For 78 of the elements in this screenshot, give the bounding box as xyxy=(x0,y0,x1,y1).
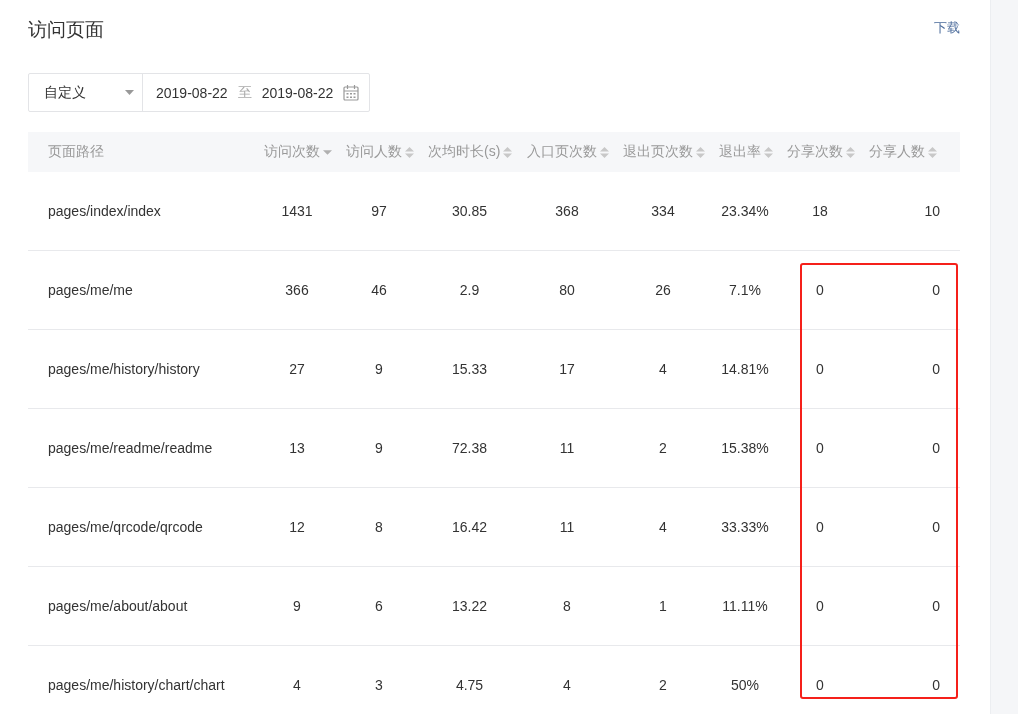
table-cell: 2.9 xyxy=(459,282,480,298)
table-cell: 10 xyxy=(924,203,940,219)
table-cell: 46 xyxy=(371,282,387,298)
table-cell: 30.85 xyxy=(451,203,487,219)
table-cell: 27 xyxy=(289,361,305,377)
table-cell: 334 xyxy=(651,203,675,219)
table-cell: 0 xyxy=(816,677,824,693)
table-cell: 4 xyxy=(563,677,571,693)
column-header[interactable]: 访问人数 xyxy=(346,143,414,161)
table-cell: 1 xyxy=(659,598,667,614)
column-header[interactable]: 分享次数 xyxy=(787,143,855,161)
table-cell: 1431 xyxy=(281,203,313,219)
table-cell: 0 xyxy=(932,677,940,693)
table-cell: 12 xyxy=(289,519,305,535)
table-cell: 4.75 xyxy=(455,677,484,693)
table-cell: 0 xyxy=(932,598,940,614)
table-cell: 11.11% xyxy=(722,598,768,614)
table-cell: 3 xyxy=(375,677,383,693)
table-cell: pages/me/history/chart/chart xyxy=(48,677,225,693)
range-select[interactable]: 自定义 xyxy=(29,74,143,111)
page-title: 访问页面 xyxy=(28,18,104,42)
table-cell: 11 xyxy=(559,519,575,535)
table-cell: 4 xyxy=(659,519,667,535)
table-cell: 9 xyxy=(293,598,301,614)
table-cell: 26 xyxy=(655,282,671,298)
column-header[interactable]: 访问次数 xyxy=(264,143,332,161)
table-cell: 23.34% xyxy=(721,203,769,219)
table-cell: 368 xyxy=(555,203,579,219)
table-cell: 80 xyxy=(559,282,575,298)
table-cell: 6 xyxy=(375,598,383,614)
table-cell: 7.1% xyxy=(729,282,761,298)
download-link[interactable]: 下载 xyxy=(934,19,960,37)
table-cell: 9 xyxy=(375,361,383,377)
table-cell: pages/me/about/about xyxy=(48,598,188,614)
table-cell: 97 xyxy=(371,203,387,219)
column-header[interactable]: 入口页次数 xyxy=(527,143,609,161)
table-cell: 2 xyxy=(659,677,667,693)
table-cell: 0 xyxy=(816,282,824,298)
table-cell: 4 xyxy=(659,361,667,377)
table-cell: 366 xyxy=(285,282,309,298)
caret-icon xyxy=(125,90,134,95)
column-header[interactable]: 退出率 xyxy=(719,143,773,161)
table-cell: 17 xyxy=(559,361,575,377)
table-cell: 0 xyxy=(932,361,940,377)
table-cell: 14.81% xyxy=(721,361,769,377)
column-header[interactable]: 分享人数 xyxy=(869,143,937,161)
table-cell: pages/me/readme/readme xyxy=(48,440,213,456)
table-cell: 0 xyxy=(932,282,940,298)
table-cell: 0 xyxy=(932,519,940,535)
table-cell: pages/me/qrcode/qrcode xyxy=(48,519,203,535)
table-cell: 8 xyxy=(375,519,383,535)
table-cell: 15.38% xyxy=(721,440,769,456)
calendar-icon xyxy=(343,84,360,101)
table-cell: 13.22 xyxy=(451,598,487,614)
table-cell: pages/me/me xyxy=(48,282,133,298)
table-cell: 0 xyxy=(816,598,824,614)
table-cell: 2 xyxy=(659,440,667,456)
table-cell: 0 xyxy=(816,440,824,456)
column-header[interactable]: 次均时长(s) xyxy=(428,143,513,161)
table-cell: pages/me/history/history xyxy=(48,361,200,377)
table-cell: 0 xyxy=(816,519,824,535)
table-cell: 9 xyxy=(375,440,383,456)
table-cell: 18 xyxy=(812,203,828,219)
table-cell: 4 xyxy=(293,677,301,693)
table-cell: 15.33 xyxy=(451,361,487,377)
table-cell: 0 xyxy=(816,361,824,377)
table-cell: pages/index/index xyxy=(48,203,161,219)
table-cell: 13 xyxy=(289,440,305,456)
table-cell: 33.33% xyxy=(721,519,769,535)
table-cell: 0 xyxy=(932,440,940,456)
table-cell: 50% xyxy=(731,677,759,693)
table-cell: 72.38 xyxy=(451,440,487,456)
column-header[interactable]: 退出页次数 xyxy=(623,143,705,161)
date-range-field[interactable]: 2019-08-22 至 2019-08-22 xyxy=(143,74,370,111)
table-cell: 8 xyxy=(563,598,571,614)
table-cell: 16.42 xyxy=(451,519,487,535)
column-header: 页面路径 xyxy=(48,143,104,161)
table-cell: 11 xyxy=(559,440,575,456)
